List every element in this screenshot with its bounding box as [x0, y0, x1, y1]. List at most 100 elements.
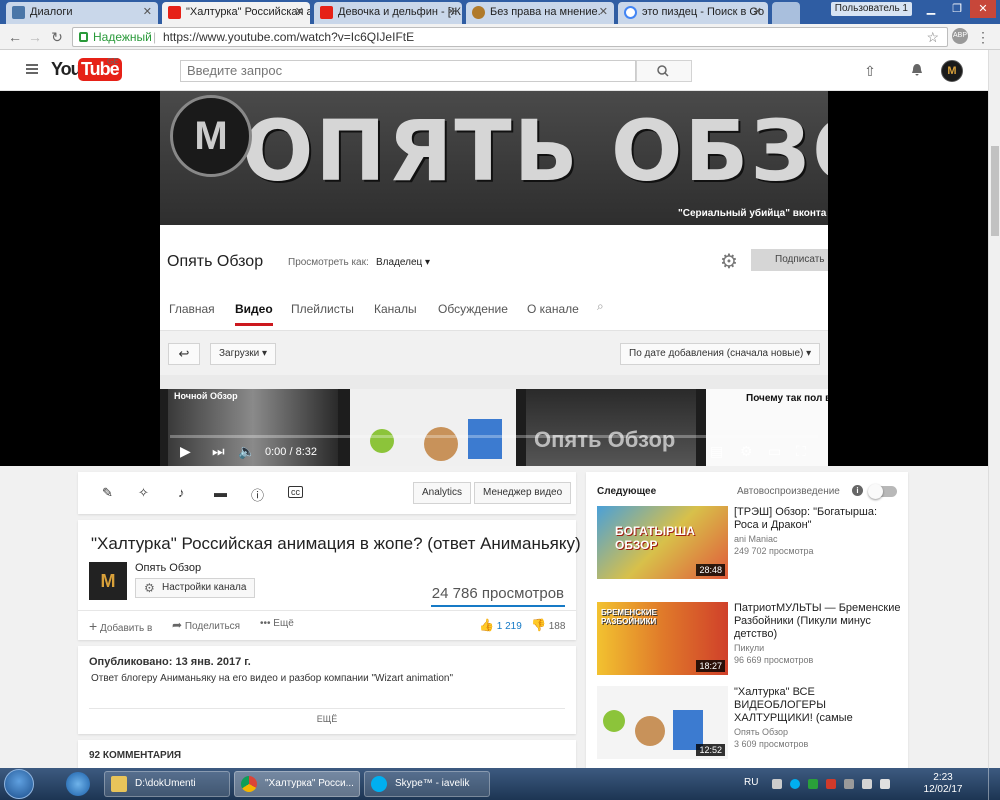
forward-icon[interactable]: →: [26, 28, 44, 46]
clock-time: 2:23: [933, 772, 953, 783]
bookmark-star-icon[interactable]: ☆: [926, 28, 939, 46]
fullscreen-icon[interactable]: ⛶: [796, 443, 806, 460]
thumbnail-text: БОГАТЫРША ОБЗОР: [615, 524, 695, 552]
info-icon[interactable]: ⓘ: [251, 485, 264, 504]
volume-icon[interactable]: 🔈: [238, 443, 255, 460]
site-icon: [472, 6, 485, 19]
related-video-thumbnail[interactable]: БРЕМЕНСКИЕ РАЗБОЙНИКИ 18:27: [597, 602, 728, 675]
browser-tab-dialogs[interactable]: Диалоги ✕: [6, 2, 158, 24]
description-text: Ответ блогеру Аниманьяку на его видео и …: [91, 673, 454, 684]
thumbnail-badge: [603, 710, 625, 732]
youtube-logo-you[interactable]: You: [51, 59, 82, 80]
new-tab-button[interactable]: [772, 2, 800, 24]
url-text[interactable]: https://www.youtube.com/watch?v=Ic6QIJeI…: [163, 28, 414, 46]
start-button[interactable]: [4, 769, 34, 799]
comments-section: 92 КОММЕНТАРИЯ: [78, 740, 576, 768]
next-icon[interactable]: ⏭: [212, 443, 225, 460]
enhance-wand-icon[interactable]: ✧: [138, 485, 149, 501]
reload-icon[interactable]: ↻: [48, 28, 66, 46]
close-icon[interactable]: ✕: [599, 5, 608, 18]
restore-icon[interactable]: ❐: [944, 0, 970, 18]
taskbar-chrome[interactable]: "Халтурка" Росси...: [234, 771, 360, 797]
video-player[interactable]: ОПЯТЬ ОБЗОР M "Сериальный убийца" вконта…: [0, 91, 988, 466]
search-button[interactable]: [636, 60, 692, 82]
back-icon[interactable]: ←: [6, 28, 24, 46]
tray-arrow-icon[interactable]: [772, 779, 782, 789]
lock-icon: [79, 32, 88, 42]
captions-icon[interactable]: cc: [288, 486, 303, 498]
internet-explorer-icon[interactable]: [66, 772, 90, 796]
minimize-icon[interactable]: ▁: [918, 0, 944, 18]
channel-settings-button[interactable]: ⚙ Настройки канала: [135, 578, 256, 598]
close-icon[interactable]: ✕: [295, 5, 304, 18]
close-window-icon[interactable]: ✕: [970, 0, 996, 18]
channel-header: Опять Обзор Просмотреть как: Владелец ▾ …: [160, 225, 828, 331]
language-indicator[interactable]: RU: [744, 777, 758, 788]
show-more-button[interactable]: ЕЩЁ: [78, 714, 576, 724]
add-to-button[interactable]: + Добавить в: [89, 618, 152, 634]
browser-tab-google[interactable]: это пиздец - Поиск в Go ✕: [618, 2, 768, 24]
back-arrow-icon: ↩: [168, 343, 200, 365]
like-button[interactable]: 👍 1 219: [479, 618, 522, 632]
skype-tray-icon[interactable]: [790, 779, 800, 789]
tab-title: Без права на мнение.: [490, 6, 601, 18]
tab-channels: Каналы: [374, 302, 417, 316]
related-video-title[interactable]: [ТРЭШ] Обзор: "Богатырша: Роса и Дракон": [734, 506, 904, 532]
thumbnail-figure: [468, 419, 502, 459]
related-video-title[interactable]: "Халтурка" ВСЕ ВИДЕОБЛОГЕРЫ ХАЛТУРЩИКИ! …: [734, 686, 904, 725]
clock[interactable]: 2:23 12/02/17: [920, 772, 966, 796]
volume-tray-icon[interactable]: [880, 779, 890, 789]
tray-app-icon[interactable]: [808, 779, 818, 789]
share-button[interactable]: ➦ Поделиться: [172, 618, 240, 632]
video-info: "Халтурка" Российская анимация в жопе? (…: [78, 520, 581, 640]
chevron-down-icon: ▾: [806, 348, 812, 359]
adblock-icon[interactable]: ABP: [952, 28, 968, 44]
show-desktop-button[interactable]: [988, 768, 1000, 800]
browser-tab-dolphin[interactable]: Девочка и дельфин - [Ж ✕: [314, 2, 462, 24]
close-icon[interactable]: ✕: [143, 5, 152, 18]
video-manager-button[interactable]: Менеджер видео: [474, 482, 572, 504]
profile-button[interactable]: Пользователь 1: [830, 2, 912, 16]
close-icon[interactable]: ✕: [447, 5, 456, 18]
search-input[interactable]: Введите запрос: [180, 60, 636, 82]
audio-note-icon[interactable]: ♪: [178, 485, 185, 500]
scrollbar-thumb[interactable]: [991, 146, 999, 236]
related-video-thumbnail[interactable]: 12:52: [597, 686, 728, 759]
chrome-icon: [241, 776, 257, 792]
taskbar-skype[interactable]: Skype™ - iavelik: [364, 771, 490, 797]
browser-toolbar: ← → ↻ Надежный | https://www.youtube.com…: [0, 24, 1000, 50]
progress-bar[interactable]: [170, 435, 818, 438]
address-bar[interactable]: Надежный | https://www.youtube.com/watch…: [72, 27, 948, 47]
edit-pencil-icon[interactable]: ✎: [102, 485, 113, 501]
views-underline: [431, 605, 565, 607]
autoplay-toggle[interactable]: [868, 484, 897, 499]
annotations-icon[interactable]: ▬: [214, 485, 227, 500]
browser-tab-current-video[interactable]: "Халтурка" Российская а ✕: [162, 2, 310, 24]
flag-icon[interactable]: [844, 779, 854, 789]
tab-discussion: Обсуждение: [438, 302, 508, 316]
antivirus-icon[interactable]: [826, 779, 836, 789]
settings-gear-icon[interactable]: ⚙: [740, 443, 753, 460]
page-scrollbar[interactable]: [988, 50, 1000, 768]
notifications-bell-icon[interactable]: [909, 63, 925, 80]
close-icon[interactable]: ✕: [753, 5, 762, 18]
avatar[interactable]: М: [941, 60, 963, 82]
related-video-title[interactable]: ПатриотМУЛЬТЫ — Бременские Разбойники (П…: [734, 602, 904, 641]
clock-date: 12/02/17: [923, 784, 963, 795]
guide-menu-icon[interactable]: [26, 64, 38, 74]
browser-tab-opinion[interactable]: Без права на мнение. ✕: [466, 2, 614, 24]
related-video-thumbnail[interactable]: БОГАТЫРША ОБЗОР 28:48: [597, 506, 728, 579]
more-actions-button[interactable]: ••• Ещё: [260, 618, 294, 629]
analytics-button[interactable]: Analytics: [413, 482, 472, 504]
channel-link[interactable]: Опять Обзор: [135, 562, 201, 574]
taskbar-explorer[interactable]: D:\dokUmenti: [104, 771, 230, 797]
upload-icon[interactable]: ⇧: [862, 63, 878, 80]
info-icon[interactable]: i: [852, 485, 863, 496]
menu-icon[interactable]: ⋮: [974, 28, 992, 46]
dislike-button[interactable]: 👎 188: [531, 618, 565, 632]
channel-avatar[interactable]: М: [89, 562, 127, 600]
theater-mode-icon[interactable]: ▭: [768, 443, 781, 460]
network-icon[interactable]: [862, 779, 872, 789]
play-icon[interactable]: ▶: [180, 443, 191, 460]
subtitles-icon[interactable]: ▤: [710, 443, 723, 460]
